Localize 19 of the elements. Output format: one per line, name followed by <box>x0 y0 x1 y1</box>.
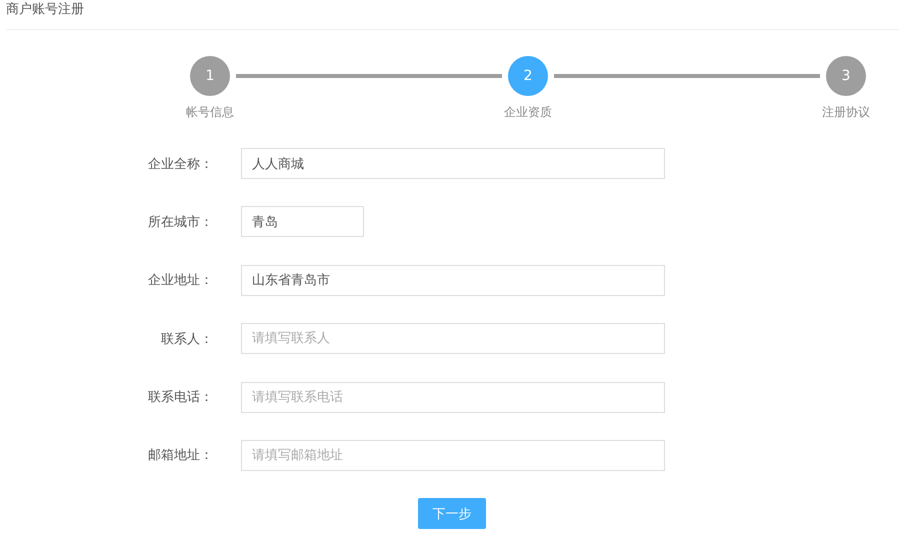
step-circle: 1 <box>190 56 230 96</box>
field-label: 所在城市： <box>147 214 213 231</box>
field-label: 联系电话： <box>147 389 213 406</box>
input-field[interactable]: 请填写邮箱地址 <box>241 440 665 471</box>
step-circle: 2 <box>508 56 548 96</box>
input-field[interactable]: 青岛 <box>241 206 364 238</box>
step-label: 帐号信息 <box>186 104 234 120</box>
field-label: 联系人： <box>160 330 213 348</box>
step-label: 注册协议 <box>822 104 870 120</box>
input-field[interactable]: 山东省青岛市 <box>241 264 665 296</box>
input-field[interactable]: 人人商城 <box>241 148 665 179</box>
input-field[interactable]: 请填写联系人 <box>241 323 665 354</box>
field-label: 邮箱地址： <box>147 447 213 464</box>
page-title: 商户账号注册 <box>6 1 84 19</box>
step-label: 企业资质 <box>504 104 552 120</box>
field-label: 企业地址： <box>147 272 213 290</box>
field-label: 企业全称： <box>147 156 213 172</box>
input-field[interactable]: 请填写联系电话 <box>241 382 665 413</box>
step-circle: 3 <box>826 56 866 96</box>
